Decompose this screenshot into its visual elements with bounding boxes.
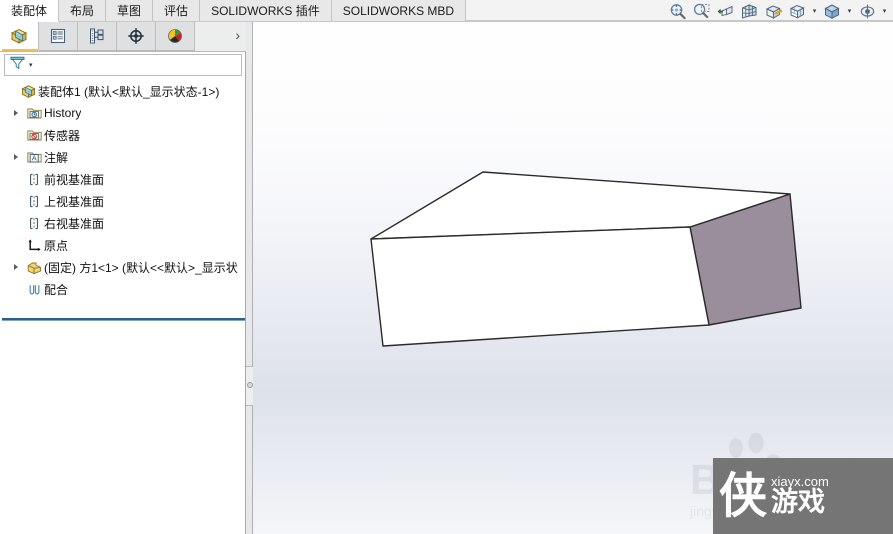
panel-splitter[interactable] bbox=[246, 22, 253, 534]
tree-item-label: 配合 bbox=[44, 282, 69, 297]
assembly-icon bbox=[18, 83, 38, 100]
zoom-to-fit-icon[interactable] bbox=[666, 1, 688, 22]
tree-filter-input[interactable] bbox=[35, 58, 241, 72]
tree-item-label: 右视基准面 bbox=[44, 216, 105, 231]
solidworks-window: 装配体 布局 草图 评估 SOLIDWORKS 插件 SOLIDWORKS MB… bbox=[0, 0, 893, 534]
site-watermark-sub: 游戏 bbox=[771, 486, 826, 518]
rollback-bar-line-light bbox=[2, 320, 245, 321]
feature-tree: 装配体1 (默认<默认_显示状态-1>) History 传感器 A 注解 前视… bbox=[0, 80, 246, 320]
apply-scene-caret-icon[interactable] bbox=[880, 1, 889, 22]
plane-icon bbox=[24, 193, 44, 210]
tree-item-label: 注解 bbox=[44, 150, 69, 165]
tree-item-annotations[interactable]: A 注解 bbox=[0, 146, 246, 168]
tree-item-label: 传感器 bbox=[44, 128, 81, 143]
model-front-face[interactable] bbox=[370, 226, 710, 347]
filter-funnel-icon bbox=[9, 54, 26, 76]
tree-item-front-plane[interactable]: 前视基准面 bbox=[0, 168, 246, 190]
display-style-icon[interactable] bbox=[786, 1, 808, 22]
tree-item-label: 原点 bbox=[44, 238, 69, 253]
feature-manager-tab[interactable] bbox=[0, 22, 39, 51]
ribbon-tabs: 装配体 布局 草图 评估 SOLIDWORKS 插件 SOLIDWORKS MB… bbox=[0, 0, 467, 22]
section-view-icon[interactable] bbox=[738, 1, 760, 22]
tree-item-assembly-root[interactable]: 装配体1 (默认<默认_显示状态-1>) bbox=[0, 80, 246, 102]
manager-tab-bar: › bbox=[0, 22, 246, 52]
tree-item-origin[interactable]: 原点 bbox=[0, 234, 246, 256]
property-manager-tab[interactable] bbox=[39, 22, 78, 51]
site-watermark-char: 侠 bbox=[719, 468, 767, 524]
tree-arrow bbox=[2, 80, 18, 102]
plane-icon bbox=[24, 215, 44, 232]
tree-filter-bar[interactable]: ▾ bbox=[4, 54, 242, 76]
head-up-view-toolbar bbox=[666, 0, 889, 22]
ribbon-tab-sketch[interactable]: 草图 bbox=[106, 0, 154, 22]
tree-item-label: 前视基准面 bbox=[44, 172, 105, 187]
feature-manager-panel: › ▾ 装配体1 (默认<默认_显示状态-1>) History 传感器 A 注… bbox=[0, 22, 246, 534]
previous-view-icon[interactable] bbox=[714, 1, 736, 22]
configuration-manager-tab[interactable] bbox=[78, 22, 117, 51]
origin-icon bbox=[24, 237, 44, 254]
dimxpert-manager-tab[interactable] bbox=[117, 22, 156, 51]
sensors-folder-icon bbox=[24, 127, 44, 144]
tree-arrow bbox=[8, 124, 24, 146]
site-watermark: 侠 xiayx.com 游戏 bbox=[713, 458, 893, 534]
manager-tabs bbox=[0, 22, 195, 51]
hide-show-items-icon[interactable] bbox=[821, 1, 843, 22]
tree-item-mates[interactable]: 配合 bbox=[0, 278, 246, 300]
zoom-to-area-icon[interactable] bbox=[690, 1, 712, 22]
tree-arrow-part[interactable] bbox=[8, 256, 24, 278]
ribbon-tab-layout[interactable]: 布局 bbox=[59, 0, 107, 22]
tree-item-label: 上视基准面 bbox=[44, 194, 105, 209]
filter-dropdown-caret-icon[interactable]: ▾ bbox=[29, 61, 33, 69]
tree-arrow-annotations[interactable] bbox=[8, 146, 24, 168]
tree-item-label: (固定) 方1<1> (默认<<默认>_显示状 bbox=[44, 260, 238, 275]
tree-item-sensors[interactable]: 传感器 bbox=[0, 124, 246, 146]
tree-item-history[interactable]: History bbox=[0, 102, 246, 124]
apply-scene-icon[interactable] bbox=[856, 1, 878, 22]
annotations-folder-icon: A bbox=[24, 149, 44, 166]
tree-item-label: History bbox=[44, 106, 82, 120]
tree-item-top-plane[interactable]: 上视基准面 bbox=[0, 190, 246, 212]
mates-icon bbox=[24, 281, 44, 298]
tree-item-label: 装配体1 (默认<默认_显示状态-1>) bbox=[38, 84, 220, 99]
hide-show-items-caret-icon[interactable] bbox=[845, 1, 854, 22]
part-icon bbox=[24, 259, 44, 276]
tree-item-right-plane[interactable]: 右视基准面 bbox=[0, 212, 246, 234]
view-orientation-icon[interactable] bbox=[762, 1, 784, 22]
display-manager-tab[interactable] bbox=[156, 22, 195, 51]
expand-panel-button[interactable]: › bbox=[235, 27, 240, 43]
rollback-bar[interactable] bbox=[2, 318, 245, 322]
ribbon-tab-assembly[interactable]: 装配体 bbox=[0, 0, 60, 22]
site-watermark-text: xiayx.com 游戏 bbox=[771, 474, 829, 518]
ribbon-tab-evaluate[interactable]: 评估 bbox=[153, 0, 201, 22]
svg-text:A: A bbox=[31, 153, 36, 162]
history-folder-icon bbox=[24, 105, 44, 122]
tree-arrow-history[interactable] bbox=[8, 102, 24, 124]
tree-item-part-fang1[interactable]: (固定) 方1<1> (默认<<默认>_显示状 bbox=[0, 256, 246, 278]
display-style-caret-icon[interactable] bbox=[810, 1, 819, 22]
ribbon-tab-sw-mbd[interactable]: SOLIDWORKS MBD bbox=[331, 0, 467, 22]
plane-icon bbox=[24, 171, 44, 188]
ribbon-tab-sw-addins[interactable]: SOLIDWORKS 插件 bbox=[200, 0, 332, 22]
